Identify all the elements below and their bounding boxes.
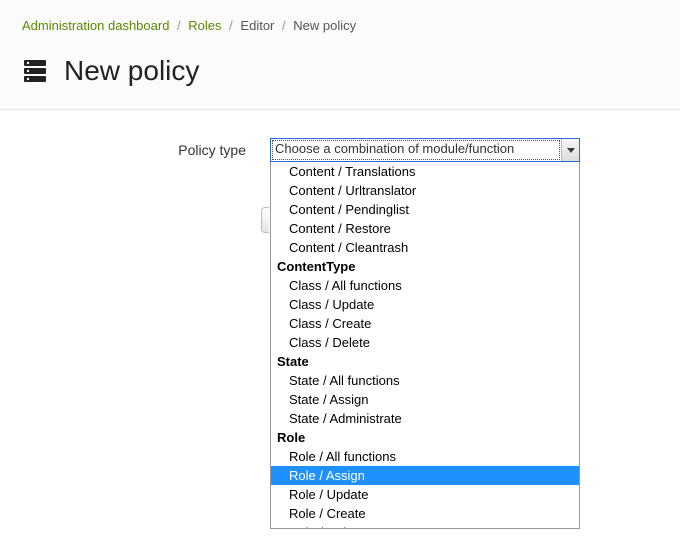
dropdown-option[interactable]: Content / Restore	[271, 219, 579, 238]
header-section: Administration dashboard / Roles / Edito…	[0, 0, 680, 110]
dropdown-option[interactable]: Content / Pendinglist	[271, 200, 579, 219]
form-area: Policy type Choose a combination of modu…	[0, 110, 680, 172]
dropdown-option[interactable]: Role / Assign	[271, 466, 579, 485]
dropdown-option[interactable]: State / Administrate	[271, 409, 579, 428]
policy-type-row: Policy type Choose a combination of modu…	[22, 138, 658, 162]
dropdown-option[interactable]: State / All functions	[271, 371, 579, 390]
page-title: New policy	[64, 55, 199, 87]
dropdown-option[interactable]: Class / All functions	[271, 276, 579, 295]
policy-type-dropdown[interactable]: Content / TranslationsContent / Urltrans…	[270, 162, 580, 529]
chevron-down-icon	[561, 139, 579, 161]
dropdown-group-header: Role	[271, 428, 579, 447]
policy-type-label: Policy type	[22, 138, 270, 158]
dropdown-option[interactable]: Role / Delete	[271, 523, 579, 529]
policy-icon	[22, 58, 48, 84]
dropdown-option[interactable]: Role / Create	[271, 504, 579, 523]
breadcrumb-current: New policy	[293, 18, 356, 33]
dropdown-group-header: ContentType	[271, 257, 579, 276]
dropdown-option[interactable]: Role / Update	[271, 485, 579, 504]
dropdown-option[interactable]: Class / Delete	[271, 333, 579, 352]
dropdown-option[interactable]: Class / Create	[271, 314, 579, 333]
policy-type-select-value: Choose a combination of module/function	[271, 139, 561, 161]
panel-collapse-tab[interactable]	[261, 207, 269, 233]
dropdown-option[interactable]: Content / Translations	[271, 162, 579, 181]
policy-type-select[interactable]: Choose a combination of module/function	[270, 138, 580, 162]
dropdown-option[interactable]: Content / Cleantrash	[271, 238, 579, 257]
dropdown-option[interactable]: Content / Urltranslator	[271, 181, 579, 200]
breadcrumb-admin-link[interactable]: Administration dashboard	[22, 18, 169, 33]
dropdown-option[interactable]: State / Assign	[271, 390, 579, 409]
policy-type-select-wrap: Choose a combination of module/function …	[270, 138, 580, 162]
breadcrumb-roles-link[interactable]: Roles	[188, 18, 221, 33]
breadcrumb-separator: /	[282, 18, 286, 33]
dropdown-option[interactable]: Role / All functions	[271, 447, 579, 466]
breadcrumb-separator: /	[177, 18, 181, 33]
dropdown-group-header: State	[271, 352, 579, 371]
breadcrumb-editor: Editor	[240, 18, 274, 33]
breadcrumb: Administration dashboard / Roles / Edito…	[22, 18, 658, 33]
dropdown-option[interactable]: Class / Update	[271, 295, 579, 314]
title-row: New policy	[22, 55, 658, 87]
breadcrumb-separator: /	[229, 18, 233, 33]
